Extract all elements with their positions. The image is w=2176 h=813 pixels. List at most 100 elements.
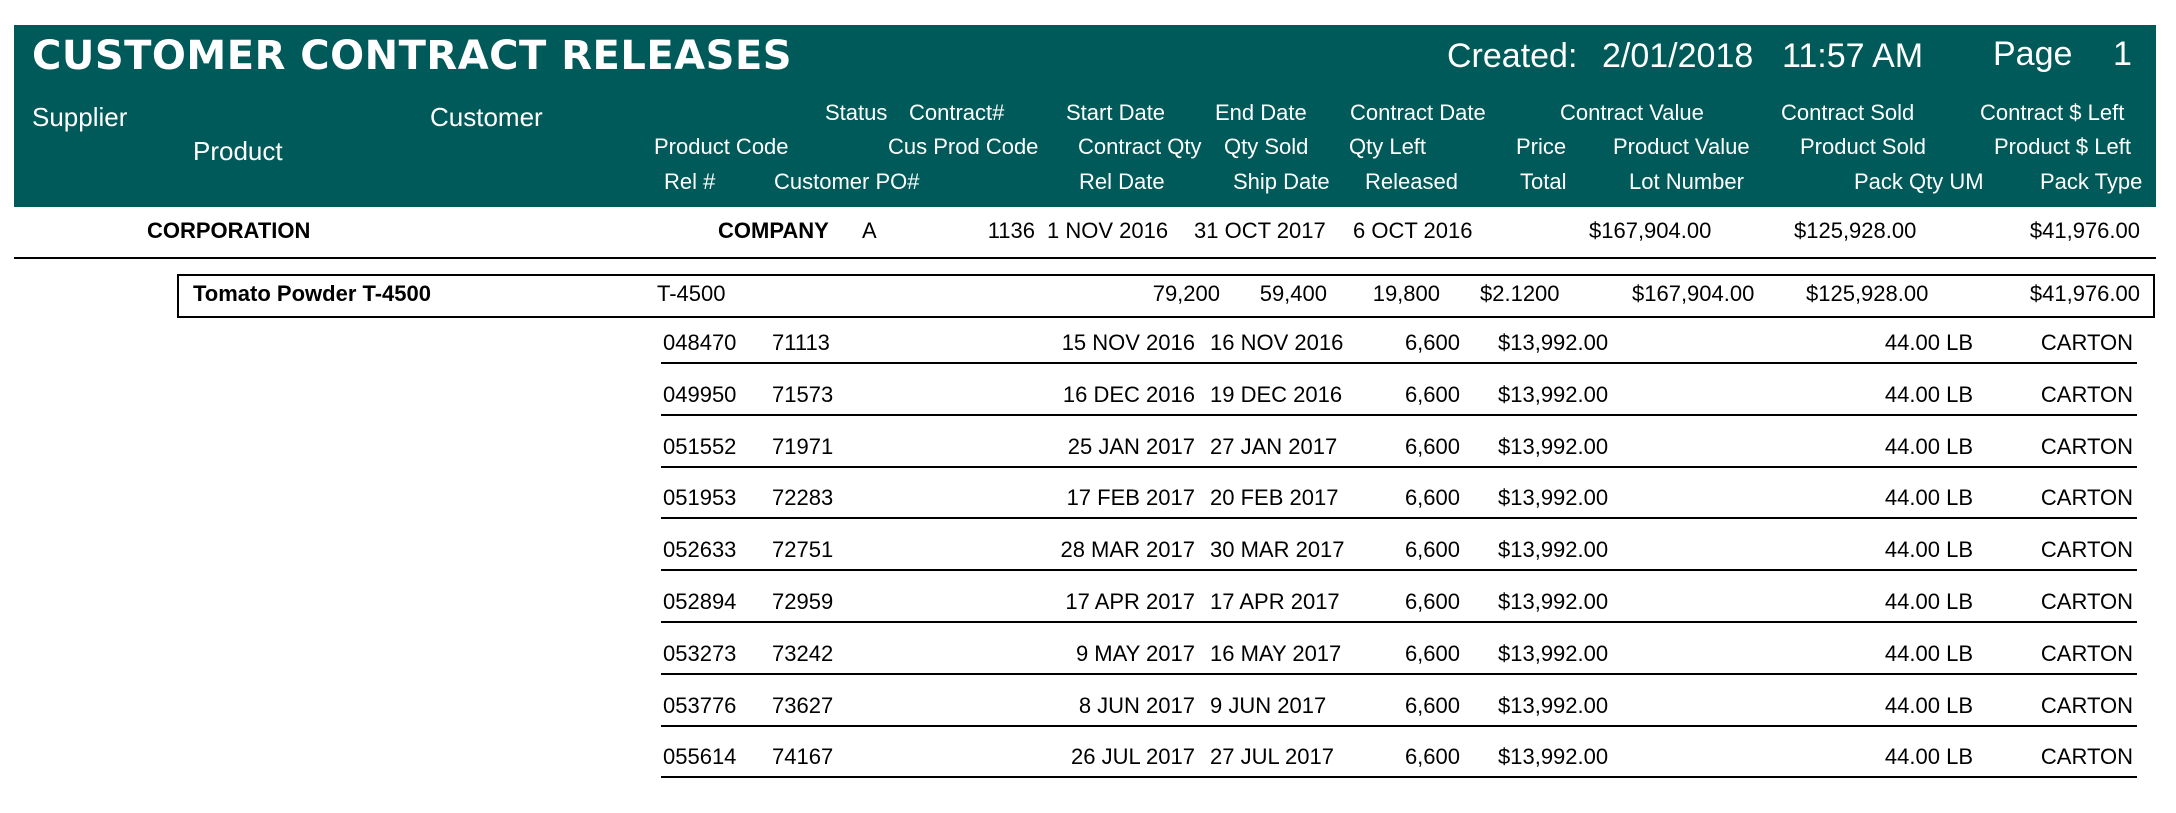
- col-customer-po: Customer PO#: [774, 169, 920, 194]
- release-pack-qty-um: 44.00 LB: [1884, 744, 1973, 769]
- created-time: 11:57 AM: [1782, 37, 1924, 75]
- col-start-date: Start Date: [1066, 100, 1166, 125]
- release-released-qty: 6,600: [1404, 744, 1460, 769]
- release-total: $13,992.00: [1498, 485, 1609, 510]
- col-pack-type: Pack Type: [2040, 169, 2143, 194]
- product-name: Tomato Powder T-4500: [193, 281, 431, 306]
- contract-start-date: 1 NOV 2016: [1047, 218, 1169, 243]
- release-pack-type: CARTON: [2040, 589, 2133, 614]
- release-rel-date: 15 NOV 2016: [1061, 330, 1195, 355]
- col-contract-value: Contract Value: [1560, 100, 1704, 125]
- release-customer-po: 74167: [772, 744, 834, 769]
- col-contract-no: Contract#: [909, 100, 1005, 125]
- release-total: $13,992.00: [1498, 330, 1609, 355]
- release-ship-date: 20 FEB 2017: [1210, 485, 1339, 510]
- contract-value: $167,904.00: [1589, 218, 1712, 243]
- release-customer-po: 71971: [772, 434, 834, 459]
- release-total: $13,992.00: [1498, 434, 1609, 459]
- release-pack-type: CARTON: [2040, 693, 2133, 718]
- col-lot-number: Lot Number: [1629, 169, 1744, 194]
- release-row-divider: [661, 414, 2137, 416]
- col-contract-left: Contract $ Left: [1980, 100, 2125, 125]
- col-customer: Customer: [430, 102, 543, 132]
- release-customer-po: 72283: [772, 485, 834, 510]
- contract-date: 6 OCT 2016: [1353, 218, 1473, 243]
- release-pack-type: CARTON: [2040, 330, 2133, 355]
- release-pack-type: CARTON: [2040, 382, 2133, 407]
- release-total: $13,992.00: [1498, 641, 1609, 666]
- contract-supplier: CORPORATION: [147, 218, 311, 243]
- release-ship-date: 16 MAY 2017: [1210, 641, 1342, 666]
- page-label: Page: [1993, 35, 2073, 73]
- col-rel-date: Rel Date: [1079, 169, 1165, 194]
- col-product-left: Product $ Left: [1994, 134, 2131, 159]
- product-price: $2.1200: [1480, 281, 1560, 306]
- product-code: T-4500: [657, 281, 726, 306]
- col-contract-date: Contract Date: [1350, 100, 1486, 125]
- col-cus-prod-code: Cus Prod Code: [888, 134, 1039, 159]
- release-ship-date: 27 JAN 2017: [1210, 434, 1338, 459]
- release-ship-date: 16 NOV 2016: [1210, 330, 1344, 355]
- release-released-qty: 6,600: [1404, 693, 1460, 718]
- release-rel-date: 26 JUL 2017: [1071, 744, 1195, 769]
- release-released-qty: 6,600: [1404, 537, 1460, 562]
- col-ship-date: Ship Date: [1233, 169, 1330, 194]
- release-total: $13,992.00: [1498, 744, 1609, 769]
- release-total: $13,992.00: [1498, 537, 1609, 562]
- release-pack-qty-um: 44.00 LB: [1884, 485, 1973, 510]
- release-released-qty: 6,600: [1404, 330, 1460, 355]
- product-contract-qty: 79,200: [1152, 281, 1220, 306]
- release-pack-qty-um: 44.00 LB: [1884, 641, 1973, 666]
- release-pack-qty-um: 44.00 LB: [1884, 330, 1973, 355]
- col-total: Total: [1520, 169, 1567, 194]
- release-rel-date: 28 MAR 2017: [1060, 537, 1195, 562]
- release-customer-po: 72959: [772, 589, 834, 614]
- col-rel-no: Rel #: [664, 169, 716, 194]
- release-row-divider: [661, 569, 2137, 571]
- release-row-divider: [661, 776, 2137, 778]
- col-product-code: Product Code: [654, 134, 789, 159]
- release-ship-date: 19 DEC 2016: [1210, 382, 1343, 407]
- release-rel-number: 052894: [663, 589, 737, 614]
- release-rel-date: 9 MAY 2017: [1075, 641, 1195, 666]
- col-contract-sold: Contract Sold: [1781, 100, 1915, 125]
- release-rel-number: 055614: [663, 744, 737, 769]
- release-rel-number: 053273: [663, 641, 737, 666]
- contract-customer: COMPANY: [718, 218, 829, 243]
- product-qty-sold: 59,400: [1259, 281, 1327, 306]
- release-row-divider: [661, 725, 2137, 727]
- release-pack-qty-um: 44.00 LB: [1884, 693, 1973, 718]
- release-customer-po: 73242: [772, 641, 834, 666]
- release-row-divider: [661, 673, 2137, 675]
- product-left: $41,976.00: [2029, 281, 2140, 306]
- created-date: 2/01/2018: [1602, 37, 1754, 75]
- release-rel-date: 16 DEC 2016: [1062, 382, 1195, 407]
- release-pack-type: CARTON: [2040, 537, 2133, 562]
- col-status: Status: [825, 100, 888, 125]
- contract-end-date: 31 OCT 2017: [1194, 218, 1326, 243]
- product-value: $167,904.00: [1632, 281, 1755, 306]
- release-total: $13,992.00: [1498, 382, 1609, 407]
- col-price: Price: [1516, 134, 1567, 159]
- col-supplier: Supplier: [32, 102, 128, 132]
- release-pack-qty-um: 44.00 LB: [1884, 589, 1973, 614]
- release-released-qty: 6,600: [1404, 382, 1460, 407]
- report-header: CUSTOMER CONTRACT RELEASES Created: 2/01…: [14, 25, 2156, 207]
- release-row-divider: [661, 621, 2137, 623]
- release-rel-date: 17 FEB 2017: [1066, 485, 1195, 510]
- release-rel-number: 048470: [663, 330, 737, 355]
- release-ship-date: 17 APR 2017: [1210, 589, 1340, 614]
- release-row-divider: [661, 466, 2137, 468]
- contract-status: A: [862, 218, 877, 243]
- col-pack-qty-um: Pack Qty UM: [1854, 169, 1984, 194]
- release-ship-date: 9 JUN 2017: [1210, 693, 1327, 718]
- release-row-divider: [661, 362, 2137, 364]
- contract-sold: $125,928.00: [1794, 218, 1917, 243]
- product-qty-left: 19,800: [1372, 281, 1440, 306]
- release-rel-number: 051953: [663, 485, 737, 510]
- col-product-value: Product Value: [1613, 134, 1750, 159]
- created-label: Created:: [1447, 37, 1578, 75]
- page-number: 1: [2113, 35, 2132, 73]
- report-title: CUSTOMER CONTRACT RELEASES: [32, 33, 793, 79]
- col-product-sold: Product Sold: [1800, 134, 1926, 159]
